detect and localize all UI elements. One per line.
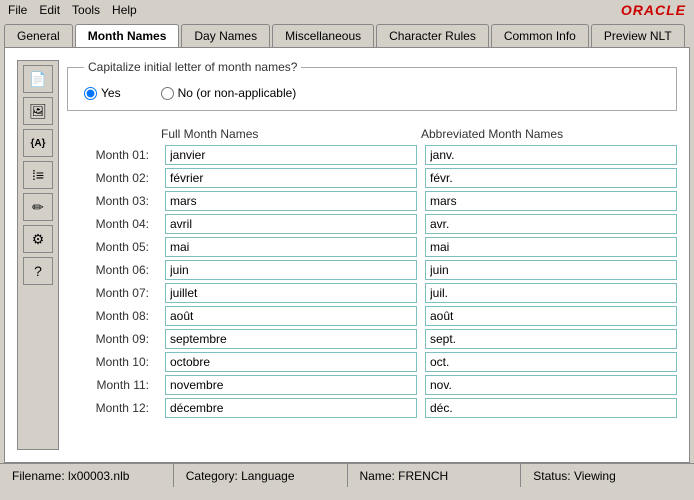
image-icon[interactable]: 🖼 [23, 97, 53, 125]
capitalize-legend: Capitalize initial letter of month names… [84, 60, 301, 74]
radio-no-label: No (or non-applicable) [178, 86, 297, 100]
month-label: Month 04: [67, 217, 157, 231]
radio-row: Yes No (or non-applicable) [84, 86, 660, 100]
document-icon[interactable]: 📄 [23, 65, 53, 93]
month-abbr-input-10[interactable] [425, 352, 677, 372]
menu-items: File Edit Tools Help [8, 3, 137, 17]
month-label: Month 01: [67, 148, 157, 162]
month-abbr-input-12[interactable] [425, 398, 677, 418]
menu-help[interactable]: Help [112, 3, 137, 17]
month-abbr-input-5[interactable] [425, 237, 677, 257]
code-icon[interactable]: {A} [23, 129, 53, 157]
month-abbr-input-1[interactable] [425, 145, 677, 165]
month-abbr-input-2[interactable] [425, 168, 677, 188]
month-full-input-9[interactable] [165, 329, 417, 349]
table-row: Month 10: [67, 352, 677, 372]
help-icon[interactable]: ? [23, 257, 53, 285]
tab-preview-nlt[interactable]: Preview NLT [591, 24, 685, 47]
table-row: Month 01: [67, 145, 677, 165]
month-full-input-6[interactable] [165, 260, 417, 280]
month-label: Month 05: [67, 240, 157, 254]
month-label: Month 06: [67, 263, 157, 277]
tab-month-names[interactable]: Month Names [75, 24, 180, 47]
month-full-input-5[interactable] [165, 237, 417, 257]
full-month-header: Full Month Names [157, 127, 417, 141]
status-status: Status: Viewing [521, 464, 694, 487]
month-full-input-7[interactable] [165, 283, 417, 303]
tab-bar: General Month Names Day Names Miscellane… [0, 20, 694, 47]
month-full-input-3[interactable] [165, 191, 417, 211]
month-column-headers: Full Month Names Abbreviated Month Names [67, 127, 677, 141]
table-row: Month 09: [67, 329, 677, 349]
radio-no[interactable] [161, 87, 174, 100]
month-abbr-input-6[interactable] [425, 260, 677, 280]
capitalize-group: Capitalize initial letter of month names… [67, 60, 677, 111]
month-abbr-input-7[interactable] [425, 283, 677, 303]
month-abbr-input-11[interactable] [425, 375, 677, 395]
month-label: Month 07: [67, 286, 157, 300]
table-row: Month 04: [67, 214, 677, 234]
month-label: Month 09: [67, 332, 157, 346]
month-table-wrapper: Full Month Names Abbreviated Month Names… [67, 127, 677, 450]
tab-common-info[interactable]: Common Info [491, 24, 589, 47]
abbreviated-month-header: Abbreviated Month Names [417, 127, 677, 141]
table-row: Month 12: [67, 398, 677, 418]
tab-character-rules[interactable]: Character Rules [376, 24, 489, 47]
month-full-input-8[interactable] [165, 306, 417, 326]
month-abbr-input-8[interactable] [425, 306, 677, 326]
month-label: Month 03: [67, 194, 157, 208]
month-full-input-2[interactable] [165, 168, 417, 188]
month-full-input-10[interactable] [165, 352, 417, 372]
month-label: Month 08: [67, 309, 157, 323]
table-row: Month 02: [67, 168, 677, 188]
table-row: Month 07: [67, 283, 677, 303]
month-label: Month 10: [67, 355, 157, 369]
list-icon[interactable]: ⁞≡ [23, 161, 53, 189]
table-row: Month 05: [67, 237, 677, 257]
month-full-input-1[interactable] [165, 145, 417, 165]
month-label: Month 12: [67, 401, 157, 415]
table-row: Month 08: [67, 306, 677, 326]
tab-general[interactable]: General [4, 24, 73, 47]
menu-file[interactable]: File [8, 3, 27, 17]
status-category: Category: Language [174, 464, 348, 487]
table-row: Month 11: [67, 375, 677, 395]
month-rows-container: Month 01: Month 02: Month 03: Month 04: Mont… [67, 145, 677, 418]
month-abbr-input-9[interactable] [425, 329, 677, 349]
month-label: Month 11: [67, 378, 157, 392]
content-area: Capitalize initial letter of month names… [67, 60, 677, 450]
table-row: Month 03: [67, 191, 677, 211]
month-full-input-11[interactable] [165, 375, 417, 395]
radio-yes-label: Yes [101, 86, 121, 100]
month-abbr-input-4[interactable] [425, 214, 677, 234]
status-name: Name: FRENCH [348, 464, 522, 487]
month-label: Month 02: [67, 171, 157, 185]
status-bar: Filename: lx00003.nlb Category: Language… [0, 463, 694, 487]
month-full-input-4[interactable] [165, 214, 417, 234]
menu-tools[interactable]: Tools [72, 3, 100, 17]
edit-icon[interactable]: ✏ [23, 193, 53, 221]
oracle-logo: ORACLE [621, 2, 686, 18]
radio-yes-option[interactable]: Yes [84, 86, 121, 100]
table-row: Month 06: [67, 260, 677, 280]
radio-yes[interactable] [84, 87, 97, 100]
month-abbr-input-3[interactable] [425, 191, 677, 211]
menu-edit[interactable]: Edit [39, 3, 60, 17]
sidebar: 📄 🖼 {A} ⁞≡ ✏ ⚙ ? [17, 60, 59, 450]
month-full-input-12[interactable] [165, 398, 417, 418]
menu-bar: File Edit Tools Help ORACLE [0, 0, 694, 20]
tab-day-names[interactable]: Day Names [181, 24, 270, 47]
tab-miscellaneous[interactable]: Miscellaneous [272, 24, 374, 47]
status-filename: Filename: lx00003.nlb [0, 464, 174, 487]
settings-icon[interactable]: ⚙ [23, 225, 53, 253]
radio-no-option[interactable]: No (or non-applicable) [161, 86, 297, 100]
main-content: 📄 🖼 {A} ⁞≡ ✏ ⚙ ? Capitalize initial lett… [4, 47, 690, 463]
